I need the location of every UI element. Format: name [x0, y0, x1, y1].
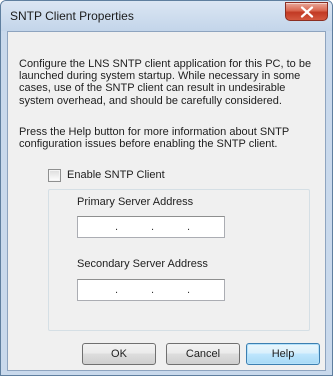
help-button[interactable]: Help — [246, 343, 320, 365]
enable-sntp-checkbox-row[interactable]: Enable SNTP Client — [48, 168, 208, 184]
primary-server-label: Primary Server Address — [77, 196, 194, 208]
description-paragraph-2: Press the Help button for more informati… — [19, 126, 290, 151]
dialog-window: SNTP Client Properties Configure the LNS… — [0, 0, 333, 376]
ip-separator: . — [115, 221, 119, 233]
close-icon — [300, 6, 314, 18]
secondary-server-address-input[interactable]: . . . — [77, 279, 225, 301]
enable-sntp-checkbox[interactable] — [48, 169, 61, 182]
dialog-content: Configure the LNS SNTP client applicatio… — [7, 31, 326, 371]
window-title: SNTP Client Properties — [10, 9, 134, 23]
secondary-server-label: Secondary Server Address — [77, 258, 208, 270]
ok-button[interactable]: OK — [82, 343, 156, 365]
title-bar[interactable]: SNTP Client Properties — [1, 1, 332, 31]
ip-separator: . — [187, 221, 191, 233]
ip-separator: . — [115, 284, 119, 296]
close-button[interactable] — [285, 2, 328, 21]
primary-server-address-input[interactable]: . . . — [77, 216, 225, 238]
ip-separator: . — [151, 221, 155, 233]
ip-separator: . — [151, 284, 155, 296]
enable-sntp-checkbox-label[interactable]: Enable SNTP Client — [67, 169, 165, 181]
description-paragraph-1: Configure the LNS SNTP client applicatio… — [19, 58, 312, 107]
cancel-button[interactable]: Cancel — [166, 343, 240, 365]
server-address-group: Primary Server Address . . . Secondary S… — [48, 189, 310, 331]
ip-separator: . — [187, 284, 191, 296]
